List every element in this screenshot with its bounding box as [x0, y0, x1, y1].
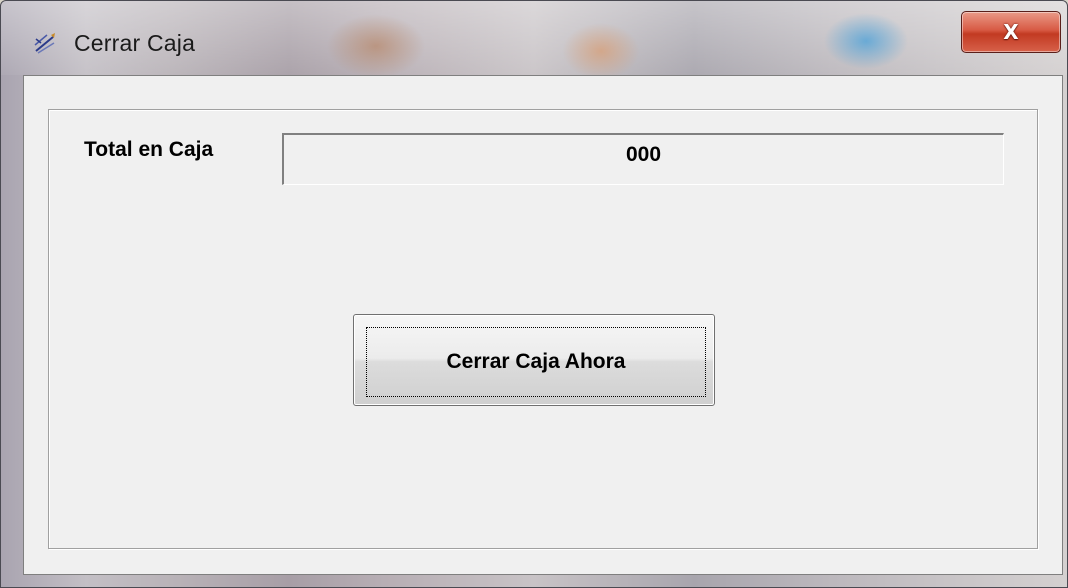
close-button[interactable]: X [961, 11, 1061, 53]
window-title: Cerrar Caja [74, 30, 196, 56]
cerrar-caja-window: Cerrar Caja X Total en Caja 000 Cerrar C… [0, 0, 1068, 588]
focus-rect: Cerrar Caja Ahora [366, 327, 706, 397]
notepad-pen-icon [34, 33, 55, 54]
total-label: Total en Caja [84, 138, 214, 161]
close-icon: X [1003, 20, 1019, 44]
titlebar[interactable]: Cerrar Caja X [1, 1, 1067, 75]
cerrar-caja-ahora-label: Cerrar Caja Ahora [446, 350, 626, 373]
total-value: 000 [625, 142, 662, 166]
cerrar-caja-ahora-button[interactable]: Cerrar Caja Ahora [353, 314, 715, 406]
client-area: Total en Caja 000 Cerrar Caja Ahora [23, 75, 1063, 575]
total-field: 000 [282, 133, 1004, 185]
